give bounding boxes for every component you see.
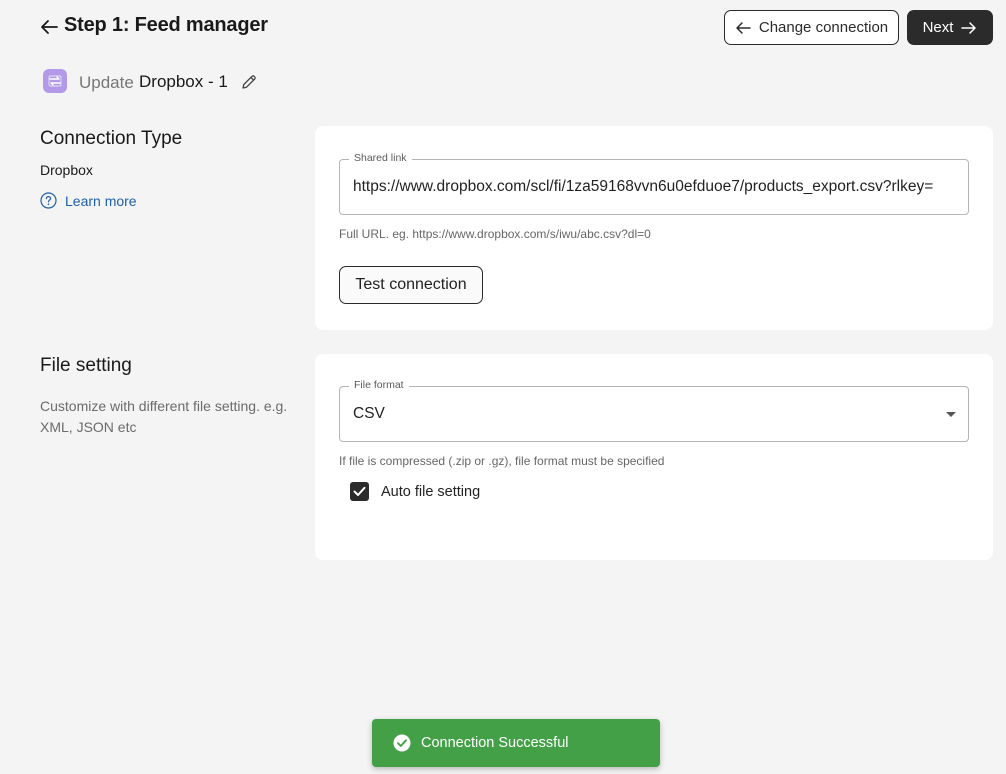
chevron-down-icon: [946, 412, 956, 417]
connection-type-value: Dropbox: [40, 162, 93, 178]
next-button[interactable]: Next: [907, 10, 993, 45]
change-connection-button[interactable]: Change connection: [724, 10, 899, 45]
file-setting-description: Customize with different file setting. e…: [40, 398, 288, 435]
pencil-icon[interactable]: [240, 73, 258, 91]
toast-message: Connection Successful: [421, 735, 569, 751]
file-format-value: CSV: [353, 405, 385, 422]
arrow-right-icon: [961, 21, 977, 34]
file-setting-title: File setting: [40, 355, 132, 376]
check-circle-icon: [393, 734, 411, 752]
test-connection-button[interactable]: Test connection: [339, 266, 483, 304]
file-format-helper: If file is compressed (.zip or .gz), fil…: [339, 454, 665, 468]
auto-file-setting-toggle[interactable]: Auto file setting: [350, 482, 480, 501]
change-connection-label: Change connection: [758, 19, 889, 36]
arrow-left-icon: [736, 21, 751, 34]
next-label: Next: [922, 19, 954, 36]
help-circle-icon: [40, 192, 57, 209]
learn-more-link[interactable]: Learn more: [40, 192, 137, 209]
page: Step 1: Feed manager Change connection N…: [0, 0, 1006, 774]
back-arrow-icon[interactable]: [39, 17, 59, 37]
checkbox-checked-icon[interactable]: [350, 482, 369, 501]
sync-icon: [43, 69, 67, 93]
shared-link-field[interactable]: Shared link https://www.dropbox.com/scl/…: [339, 152, 969, 215]
file-format-select[interactable]: File format CSV: [339, 379, 969, 442]
connection-type-title: Connection Type: [40, 128, 183, 149]
feed-name: Dropbox - 1: [139, 72, 228, 91]
shared-link-helper: Full URL. eg. https://www.dropbox.com/s/…: [339, 227, 651, 241]
learn-more-label: Learn more: [65, 192, 137, 209]
shared-link-input[interactable]: https://www.dropbox.com/scl/fi/1za59168v…: [353, 160, 962, 214]
auto-file-setting-label: Auto file setting: [381, 483, 481, 500]
connection-card: Shared link https://www.dropbox.com/scl/…: [315, 126, 993, 330]
page-title: Step 1: Feed manager: [64, 14, 268, 36]
feed-update-label: Update: [79, 73, 134, 92]
file-setting-card: File format CSV If file is compressed (.…: [315, 354, 993, 560]
success-toast: Connection Successful: [372, 719, 660, 767]
